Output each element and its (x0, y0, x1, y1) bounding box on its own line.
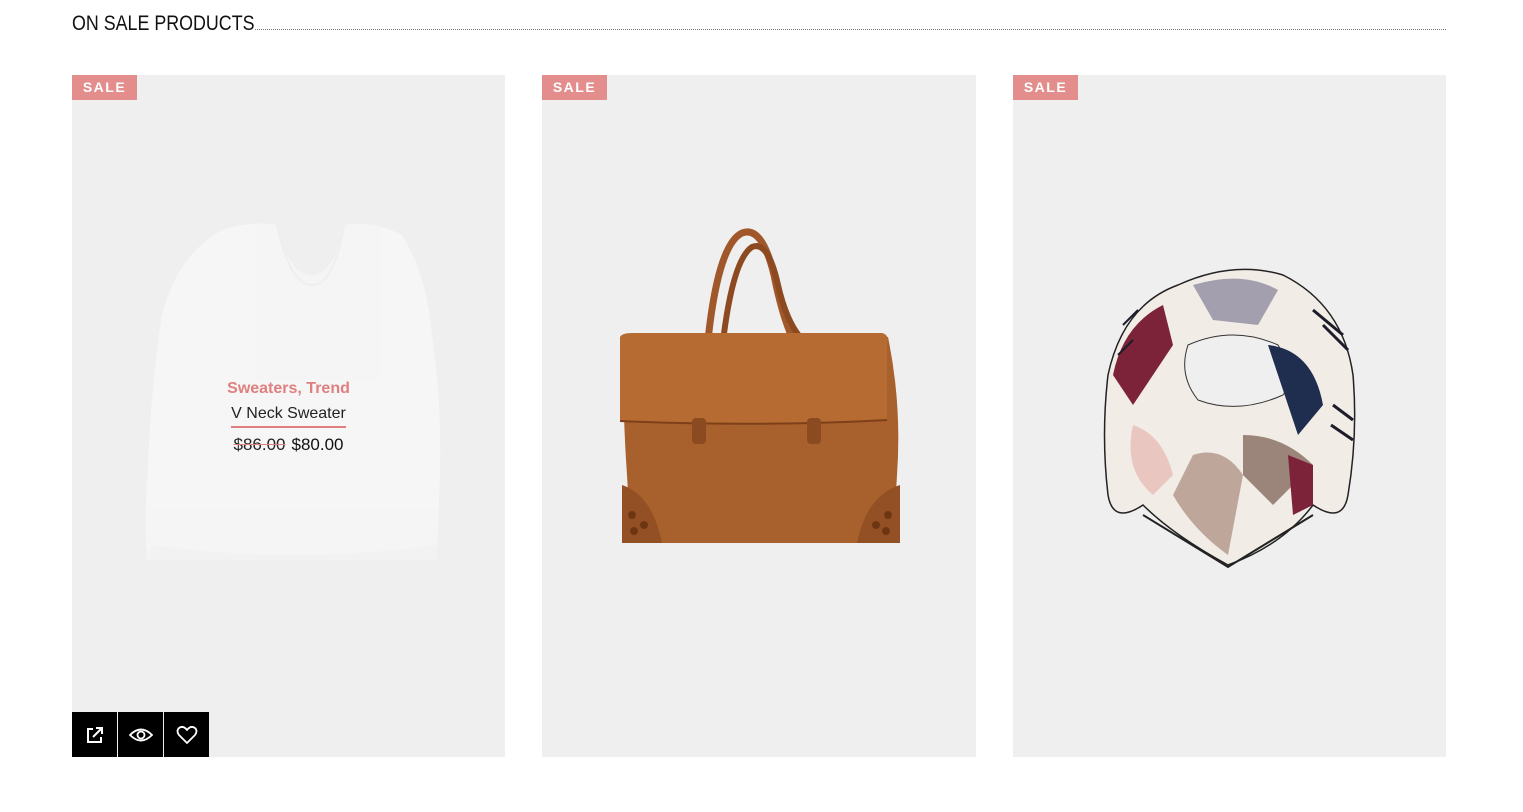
product-info: Sweaters, Trend V Neck Sweater $86.00 $80… (72, 378, 505, 456)
scarf-image[interactable] (1013, 75, 1446, 757)
section-header: ON SALE PRODUCTS (72, 12, 1446, 42)
quick-view-button[interactable] (118, 712, 163, 757)
eye-icon (128, 728, 153, 741)
product-categories[interactable]: Sweaters, Trend (72, 378, 505, 400)
product-card-v-neck-sweater[interactable]: SALE Sweaters, Trend V Neck Sweater $86.… (72, 75, 505, 757)
product-card-bag[interactable]: SALE (542, 75, 976, 757)
wishlist-button[interactable] (164, 712, 209, 757)
sale-price: $80.00 (291, 435, 344, 454)
sale-badge: SALE (72, 75, 137, 100)
product-actions (72, 712, 210, 757)
old-price: $86.00 (233, 435, 286, 454)
product-prices: $86.00 $80.00 (72, 434, 505, 456)
section-title: ON SALE PRODUCTS (72, 12, 255, 35)
bag-image[interactable] (542, 75, 976, 757)
sale-badge: SALE (1013, 75, 1078, 100)
sale-badge: SALE (542, 75, 607, 100)
product-card-scarf[interactable]: SALE (1013, 75, 1446, 757)
on-sale-products-section: ON SALE PRODUCTS SALE Sweaters, Trend V … (72, 0, 1446, 812)
heart-icon (176, 725, 197, 744)
external-link-icon (86, 726, 103, 743)
product-name-link[interactable]: V Neck Sweater (231, 403, 346, 428)
open-product-button[interactable] (72, 712, 117, 757)
section-divider (255, 29, 1446, 30)
